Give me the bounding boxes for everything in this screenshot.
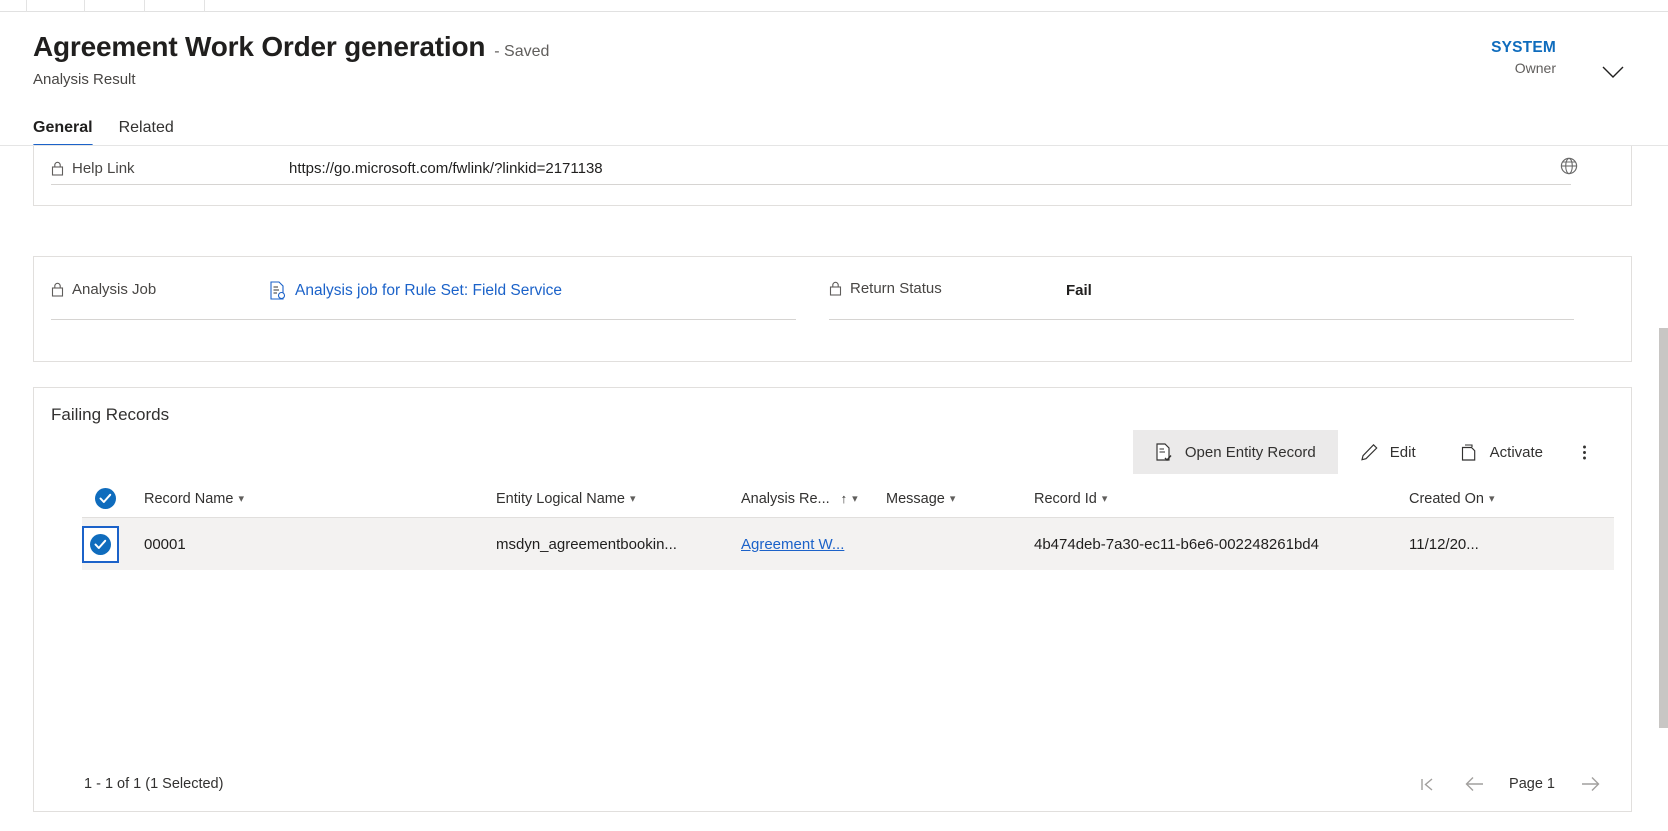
globe-icon[interactable] [1559,156,1579,176]
title-area: Agreement Work Order generation - Saved [33,33,549,61]
column-header-created-on[interactable]: Created On ▾ [1409,491,1559,507]
help-link-underline [51,184,1571,185]
table-row[interactable]: 00001 msdyn_agreementbookin... Agreement… [82,518,1614,570]
edit-label: Edit [1389,443,1416,461]
page-title: Agreement Work Order generation [33,31,486,62]
return-status-value: Fail [1066,282,1092,299]
owner-name[interactable]: SYSTEM [1491,39,1556,57]
return-status-value-wrap: Fail [1066,282,1092,299]
top-strip-segment [27,0,85,12]
activate-label: Activate [1489,443,1543,461]
help-link-label: Help Link [72,160,135,177]
help-link-label-group: Help Link [51,160,135,177]
chevron-down-icon[interactable]: ▾ [950,492,956,505]
subgrid-title: Failing Records [51,405,170,424]
column-header-analysis-result[interactable]: Analysis Re... ↑ ▾ [741,491,886,507]
cell-created-on: 11/12/20... [1409,535,1479,553]
failing-records-table: Record Name ▾ Entity Logical Name ▾ Anal… [82,480,1614,570]
chevron-down-icon[interactable]: ▾ [852,492,858,505]
form-tabs: General Related [33,119,174,147]
column-header-entity-logical-name[interactable]: Entity Logical Name ▾ [496,491,741,507]
lock-icon [829,281,842,296]
tab-general[interactable]: General [33,119,93,147]
help-link-value[interactable]: https://go.microsoft.com/fwlink/?linkid=… [289,160,603,177]
column-label-record-id: Record Id [1034,490,1097,507]
owner-role-label: Owner [1514,60,1556,76]
row-select-checkbox[interactable] [82,525,144,563]
subgrid-footer: 1 - 1 of 1 (1 Selected) Page 1 [34,757,1631,811]
open-record-icon [1155,442,1174,462]
column-header-record-id[interactable]: Record Id ▾ [1034,491,1409,507]
pagination-controls: Page 1 [1417,773,1601,795]
form-header: Agreement Work Order generation - Saved … [0,13,1668,147]
chevron-down-icon[interactable]: ▾ [630,492,636,505]
vertical-scrollbar-track[interactable] [1659,146,1668,831]
edit-button[interactable]: Edit [1338,430,1438,474]
select-all-checkbox[interactable] [82,488,144,509]
cell-record-id: 4b474deb-7a30-ec11-b6e6-002248261bd4 [1034,535,1319,553]
column-label-message: Message [886,490,945,507]
clipped-top-strip [0,0,1668,12]
app-window: Agreement Work Order generation - Saved … [0,0,1668,831]
column-label-entity-logical-name: Entity Logical Name [496,490,625,507]
sort-ascending-icon: ↑ [840,491,848,506]
column-header-message[interactable]: Message ▾ [886,491,1034,507]
open-entity-record-label: Open Entity Record [1184,443,1316,461]
chevron-down-icon[interactable]: ▾ [1489,492,1495,505]
page-label: Page 1 [1509,776,1555,792]
first-page-icon[interactable] [1417,773,1439,795]
return-status-label-group: Return Status [829,280,942,297]
form-body: Help Link https://go.microsoft.com/fwlin… [0,146,1668,831]
activate-button[interactable]: Activate [1438,430,1565,474]
chevron-down-icon[interactable]: ▾ [1102,492,1108,505]
row-checkbox-focus[interactable] [82,525,119,563]
column-label-created-on: Created On [1409,490,1484,507]
chevron-down-icon[interactable]: ▾ [238,492,244,505]
analysis-job-card: Analysis Job Analysis job for Rule Set: … [33,256,1632,362]
arrow-left-icon[interactable] [1463,773,1485,795]
subgrid-command-bar: Open Entity Record Edit Activate [1132,430,1603,474]
return-status-label-wrap: Return Status [829,280,942,297]
help-link-value-wrap[interactable]: https://go.microsoft.com/fwlink/?linkid=… [289,160,603,177]
column-label-record-name: Record Name [144,490,234,507]
arrow-right-icon[interactable] [1579,773,1601,795]
help-link-card: Help Link https://go.microsoft.com/fwlin… [33,146,1632,206]
table-header-row: Record Name ▾ Entity Logical Name ▾ Anal… [82,480,1614,518]
open-entity-record-button[interactable]: Open Entity Record [1132,430,1338,474]
record-count-label: 1 - 1 of 1 (1 Selected) [84,776,224,792]
analysis-job-label-wrap: Analysis Job [51,281,156,298]
return-status-underline [829,319,1574,320]
tab-related[interactable]: Related [119,119,174,147]
top-strip-segment [85,0,145,12]
lock-icon [51,161,64,176]
page-icon [1460,443,1479,462]
cell-analysis-result-link[interactable]: Agreement W... [741,536,886,553]
document-record-icon [269,281,286,300]
cell-record-name: 00001 [144,535,186,553]
analysis-job-link[interactable]: Analysis job for Rule Set: Field Service [295,282,562,300]
more-vertical-icon[interactable] [1565,430,1603,474]
failing-records-card: Failing Records Open Entity Record Edit [33,387,1632,812]
cell-entity-logical-name: msdyn_agreementbookin... [496,535,677,553]
chevron-down-icon[interactable] [1600,59,1626,85]
top-strip-segment [145,0,205,12]
save-status: - Saved [494,43,550,60]
analysis-job-underline [51,319,796,320]
entity-type-label: Analysis Result [33,71,136,88]
lock-icon [51,282,64,297]
top-strip-segment [0,0,27,12]
checked-circle-icon [90,533,111,555]
analysis-job-label-group: Analysis Job [51,281,156,298]
vertical-scrollbar-thumb[interactable] [1659,328,1668,728]
analysis-job-value-wrap[interactable]: Analysis job for Rule Set: Field Service [269,281,562,300]
return-status-label: Return Status [850,280,942,297]
checked-circle-icon [95,488,116,509]
owner-field[interactable]: SYSTEM Owner [1491,39,1556,76]
analysis-job-label: Analysis Job [72,281,157,298]
pencil-icon [1360,443,1379,462]
help-link-label-wrap: Help Link [51,160,135,177]
column-label-analysis-result: Analysis Re... [741,490,830,507]
column-header-record-name[interactable]: Record Name ▾ [144,491,496,507]
